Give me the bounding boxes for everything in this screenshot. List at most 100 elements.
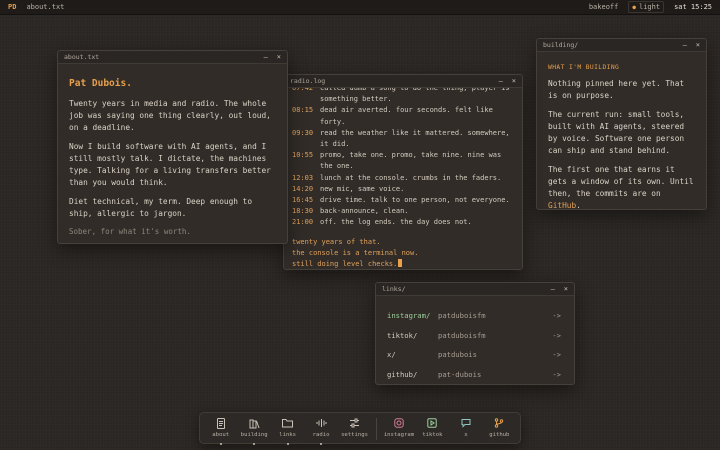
log-entry: 08:15 dead air averted. four seconds. fel… [292,105,514,127]
log-tail-text: still doing level checks. [292,260,398,269]
log-entry: 10:55 promo, take one. promo, take nine. … [292,150,514,172]
log-text: read the weather like it mattered. somew… [320,128,510,149]
about-titlebar[interactable]: about.txt – × [58,51,287,64]
log-time: 07:42 [292,88,314,92]
building-heading: WHAT I'M BUILDING [548,64,620,71]
books-icon [249,417,260,429]
link-handle: patduboisfm [438,330,486,340]
log-time: 18:30 [292,207,314,216]
log-text: drive time. talk to one person, not ever… [320,196,510,205]
radio-log-window: radio.log – × 07:42 called dumb a song to… [283,74,523,270]
log-entry: 18:30 back-announce, clean. [292,206,514,217]
document-icon [216,417,226,429]
dock-item-links[interactable]: links [271,417,304,445]
theme-toggle[interactable]: ● light [628,1,665,13]
open-indicator [320,443,323,445]
link-label: tiktok/ [387,330,418,340]
radio-title: radio.log [290,77,326,85]
dock-item-radio[interactable]: radio [304,417,337,445]
sliders-icon [349,417,360,429]
dock-label: about [212,432,230,438]
close-button[interactable]: × [564,285,568,293]
dock-label: links [279,432,297,438]
instagram-icon [394,417,404,429]
link-instagram[interactable]: instagram/patduboisfm -> [387,306,563,326]
dock-label: settings [341,432,369,438]
top-bar-right: bakeoff ● light sat 15:25 [589,1,712,13]
link-handle: patduboisfm [438,311,486,321]
dock-item-settings[interactable]: settings [338,417,371,438]
dock-item-x[interactable]: x [449,417,482,438]
log-time: 08:15 [292,106,314,115]
minimize-button[interactable]: – [499,77,503,85]
open-indicator [286,443,289,445]
arrow-icon: -> [552,350,561,360]
about-signoff: Sober, for what it's worth. [69,227,191,236]
dock-item-building[interactable]: building [237,417,270,445]
about-paragraph: Diet technical, my term. Deep enough to … [69,197,253,218]
log-time: 14:20 [292,184,314,193]
log-tail-line: twenty years of that. [292,237,381,246]
waveform-icon [316,417,327,429]
close-button[interactable]: × [512,77,516,85]
dock-label: building [240,432,268,438]
log-entry: 21:00 off. the log ends. the day does not… [292,217,514,228]
dock-label: tiktok [422,432,443,438]
radio-titlebar[interactable]: radio.log – × [284,75,522,88]
log-entry: 12:03 lunch at the console. crumbs in the… [292,173,514,184]
log-time: 16:45 [292,196,314,205]
chat-icon [461,417,471,429]
log-text: new mic, same voice. [320,184,405,193]
link-tiktok[interactable]: tiktok/patduboisfm -> [387,326,563,346]
open-indicator [253,443,256,445]
log-text: dead air averted. four seconds. felt lik… [320,106,493,126]
about-paragraph: Now I build software with AI agents, and… [69,142,271,187]
link-label: x/ [387,350,396,360]
dock-label: x [464,432,468,438]
link-handle: pat-dubois [438,369,482,379]
log-time: 09:30 [292,128,314,137]
dock-item-github[interactable]: github [483,417,516,438]
radio-log-scroll[interactable]: 07:42 called dumb a song to do the thing,… [284,88,522,269]
brand-label: bakeoff [588,3,619,11]
log-time: 12:03 [292,173,314,182]
top-bar: PD about.txt bakeoff ● light sat 15:25 [0,0,720,15]
building-paragraph: The current run: small tools, built with… [548,110,685,155]
building-title: building/ [543,41,579,49]
log-tail-line: the console is a terminal now. [292,248,419,257]
link-handle: patdubois [438,350,477,360]
dock: about building links radio settings inst… [199,412,521,445]
links-titlebar[interactable]: links/ – × [376,283,574,296]
arrow-icon: -> [552,330,561,340]
building-titlebar[interactable]: building/ – × [537,39,706,52]
link-github[interactable]: github/pat-dubois -> [387,365,563,385]
building-window: building/ – × WHAT I'M BUILDING Nothing … [536,38,707,210]
minimize-button[interactable]: – [683,41,687,49]
minimize-button[interactable]: – [264,53,268,61]
play-icon [427,417,438,429]
link-x[interactable]: x/patdubois -> [387,345,563,365]
close-button[interactable]: × [277,53,281,61]
log-entry: 16:45 drive time. talk to one person, not… [292,195,514,206]
building-text: The first one that earns it gets a windo… [548,165,694,198]
arrow-icon: -> [552,369,561,379]
dock-item-instagram[interactable]: instagram [382,417,415,438]
minimize-button[interactable]: – [551,285,555,293]
dock-label: instagram [383,432,415,438]
log-text: lunch at the console. crumbs in the fade… [320,173,502,182]
close-button[interactable]: × [696,41,700,49]
site-logo[interactable]: PD [8,3,16,11]
dock-separator [376,418,378,440]
dock-item-tiktok[interactable]: tiktok [416,417,449,438]
about-name: Pat Dubois. [69,78,132,89]
dock-item-about[interactable]: about [204,417,237,445]
about-window: about.txt – × Pat Dubois. Twenty years i… [57,50,288,244]
arrow-icon: -> [552,311,561,321]
log-text: back-announce, clean. [320,207,409,216]
about-title: about.txt [64,53,100,61]
theme-label: light [638,3,661,11]
log-entry: 09:30 read the weather like it mattered. … [292,128,514,150]
building-paragraph: The first one that earns it gets a windo… [548,164,695,209]
link-label: github/ [387,369,418,379]
github-link[interactable]: GitHub [548,201,576,209]
